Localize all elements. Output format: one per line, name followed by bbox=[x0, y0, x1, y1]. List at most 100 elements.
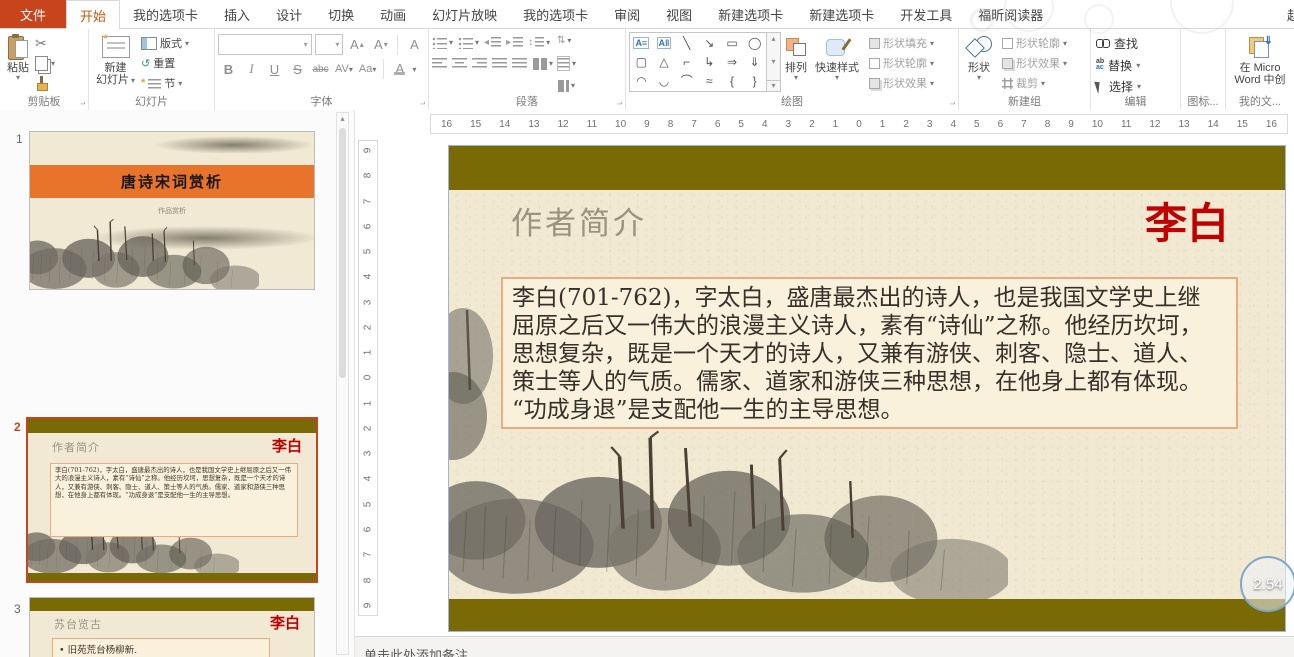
align-left-button[interactable] bbox=[432, 56, 447, 71]
gallery-more-icon[interactable]: ▾ bbox=[767, 80, 780, 90]
shape-gallery-item[interactable]: ◡ bbox=[659, 74, 669, 88]
dialog-launcher-icon[interactable]: ⌐ bbox=[80, 99, 85, 109]
tab-home[interactable]: 开始 bbox=[66, 0, 121, 29]
shape-gallery-item[interactable]: ≈ bbox=[706, 74, 713, 88]
gallery-scroll-down-icon[interactable]: ▾ bbox=[771, 57, 775, 66]
tab-new-tab-1[interactable]: 新建选项卡 bbox=[705, 0, 796, 28]
slide-text-box[interactable]: 李白(701-762)，字太白，盛唐最杰出的诗人，也是我国文学史上继 屈原之后又一… bbox=[501, 277, 1238, 429]
tab-my-tab-1[interactable]: 我的选项卡 bbox=[120, 0, 211, 28]
shrink-font-button[interactable]: A ▾ bbox=[370, 35, 391, 55]
user-name[interactable]: 赵 bbox=[1287, 5, 1294, 24]
font-size-combo[interactable]: ▾ bbox=[314, 34, 344, 55]
thumbnail-scrollbar[interactable]: ▴ bbox=[336, 112, 349, 655]
grow-font-button[interactable]: A ▴ bbox=[346, 35, 367, 55]
format-painter-button[interactable] bbox=[33, 74, 57, 92]
character-spacing-button[interactable]: AV ▾ bbox=[333, 59, 355, 79]
text-direction-button[interactable]: ⇅ ▾ bbox=[557, 33, 576, 48]
find-button[interactable]: 查找 bbox=[1096, 34, 1175, 53]
slide-canvas[interactable]: 作者简介 李白 李白(701-762)，字太白，盛唐最杰出的诗人，也是我国文学史… bbox=[448, 145, 1286, 632]
font-name-combo[interactable]: ▾ bbox=[218, 34, 312, 55]
crop-button[interactable]: 裁剪 ▾ bbox=[1000, 74, 1069, 92]
shape-gallery-item[interactable]: ↘ bbox=[704, 36, 714, 50]
tab-developer[interactable]: 开发工具 bbox=[887, 0, 965, 28]
bold-button[interactable]: B bbox=[218, 59, 239, 79]
distribute-button[interactable] bbox=[512, 56, 527, 71]
shape-effects-button[interactable]: 形状效果 ▾ bbox=[867, 74, 936, 92]
shape-gallery-item[interactable]: A‖ bbox=[656, 36, 672, 49]
justify-button[interactable] bbox=[492, 56, 507, 71]
change-case-button[interactable]: Aa ▾ bbox=[357, 59, 378, 79]
tab-animations[interactable]: 动画 bbox=[367, 0, 419, 28]
shape-gallery-item[interactable]: } bbox=[753, 74, 757, 88]
slide-author[interactable]: 李白 bbox=[1145, 190, 1229, 251]
shape-gallery-item[interactable]: ╲ bbox=[683, 36, 690, 50]
paste-button[interactable]: 粘贴 ▾ bbox=[3, 32, 33, 94]
columns-button[interactable]: ▾ bbox=[532, 56, 553, 71]
slide-thumbnail-3[interactable]: 苏台览古 李白 •旧苑荒台杨柳新. •菱歌清唱不胜春. •只今惟有西江月. •曾… bbox=[29, 597, 315, 657]
shape-gallery-item[interactable]: ⌒ bbox=[681, 74, 693, 88]
new-slide-button[interactable]: * 新建 幻灯片 ▾ bbox=[92, 32, 139, 94]
ribbon-group-editing: 查找 ab ac 替换 ▾ 选择 ▾ 编辑 bbox=[1090, 28, 1180, 110]
shape-outline-button[interactable]: 形状轮廓 ▾ bbox=[867, 54, 936, 72]
dialog-launcher-icon[interactable]: ⌐ bbox=[420, 99, 425, 109]
replace-button[interactable]: ab ac 替换 ▾ bbox=[1096, 56, 1175, 75]
shape-gallery-item[interactable]: ⇓ bbox=[750, 55, 760, 69]
shape-gallery-item[interactable]: ◠ bbox=[636, 74, 646, 88]
shape-gallery-item[interactable]: ⌐ bbox=[683, 55, 690, 69]
tab-slideshow[interactable]: 幻灯片放映 bbox=[419, 0, 510, 28]
reset-button[interactable]: ↺ 重置 bbox=[139, 54, 191, 72]
shape-gallery-item[interactable]: ▢ bbox=[636, 55, 647, 69]
numbering-button[interactable]: ▾ bbox=[458, 35, 479, 50]
shape-gallery-item[interactable]: { bbox=[730, 74, 734, 88]
quick-styles-button[interactable]: 快速样式 ▾ bbox=[811, 32, 863, 94]
abc-strikethrough-button[interactable]: abc bbox=[310, 59, 331, 79]
italic-button[interactable]: I bbox=[241, 59, 262, 79]
tab-design[interactable]: 设计 bbox=[263, 0, 315, 28]
align-text-button[interactable]: ▾ bbox=[557, 55, 576, 71]
gallery-scroll-up-icon[interactable]: ▴ bbox=[771, 34, 775, 43]
slide-thumbnail-1[interactable]: 唐诗宋词赏析 作品赏析 bbox=[29, 131, 315, 290]
decrease-indent-button[interactable]: ◂ bbox=[484, 35, 502, 50]
underline-button[interactable]: U bbox=[264, 59, 285, 79]
shape-effects-button-2[interactable]: 形状效果 ▾ bbox=[1000, 54, 1069, 72]
copy-button[interactable]: ▾ bbox=[33, 54, 57, 72]
notes-pane[interactable]: 单击此处添加备注 bbox=[355, 636, 1294, 657]
strikethrough-button[interactable]: S bbox=[287, 59, 308, 79]
scroll-up-icon[interactable]: ▴ bbox=[337, 114, 348, 123]
slide-title[interactable]: 作者简介 bbox=[511, 198, 647, 243]
line-spacing-button[interactable]: ↕ ▾ bbox=[528, 35, 550, 50]
tab-transitions[interactable]: 切换 bbox=[315, 0, 367, 28]
dialog-launcher-icon[interactable]: ⌐ bbox=[950, 99, 955, 109]
shape-fill-button[interactable]: 形状填充 ▾ bbox=[867, 34, 936, 52]
scrollbar-thumb[interactable] bbox=[339, 128, 346, 378]
increase-indent-button[interactable]: ▸ bbox=[506, 35, 524, 50]
shape-gallery-item[interactable]: A≡ bbox=[633, 36, 650, 49]
shape-outline-icon bbox=[869, 57, 880, 69]
tab-review[interactable]: 审阅 bbox=[601, 0, 653, 28]
clear-formatting-button[interactable]: A bbox=[404, 35, 425, 55]
align-center-button[interactable] bbox=[452, 56, 467, 71]
shape-gallery-item[interactable]: ↳ bbox=[704, 55, 714, 69]
shape-gallery-item[interactable]: ⇒ bbox=[727, 55, 737, 69]
dialog-launcher-icon[interactable]: ⌐ bbox=[617, 99, 622, 109]
shape-gallery-item[interactable]: ◯ bbox=[748, 36, 761, 50]
shape-outline-button-2[interactable]: 形状轮廓 ▾ bbox=[1000, 34, 1069, 52]
align-right-button[interactable] bbox=[472, 56, 487, 71]
bullets-button[interactable]: ▾ bbox=[432, 35, 453, 50]
tab-my-tab-2[interactable]: 我的选项卡 bbox=[510, 0, 601, 28]
font-color-button[interactable]: A bbox=[389, 59, 410, 79]
tab-new-tab-2[interactable]: 新建选项卡 bbox=[796, 0, 887, 28]
shapes-button[interactable]: 形状 ▾ bbox=[962, 32, 996, 94]
shape-gallery-item[interactable]: ▭ bbox=[726, 36, 737, 50]
arrange-button[interactable]: 排列 ▾ bbox=[781, 32, 811, 94]
layout-button[interactable]: 版式 ▾ bbox=[139, 34, 191, 52]
tab-view[interactable]: 视图 bbox=[653, 0, 705, 28]
cut-button[interactable]: ✂ bbox=[33, 34, 57, 52]
shape-gallery-item[interactable]: △ bbox=[659, 55, 668, 69]
tab-insert[interactable]: 插入 bbox=[211, 0, 263, 28]
create-word-button[interactable]: ⇓ 在 Micro Word 中创 bbox=[1230, 32, 1289, 94]
tab-file[interactable]: 文件 bbox=[0, 0, 67, 28]
section-button[interactable]: * 节 ▾ bbox=[139, 74, 191, 92]
slide-thumbnail-2[interactable]: 作者简介 李白 李白(701-762)，字太白，盛唐最杰出的诗人，也是我国文学史… bbox=[26, 417, 318, 583]
convert-smartart-button[interactable]: ▾ bbox=[557, 78, 576, 93]
